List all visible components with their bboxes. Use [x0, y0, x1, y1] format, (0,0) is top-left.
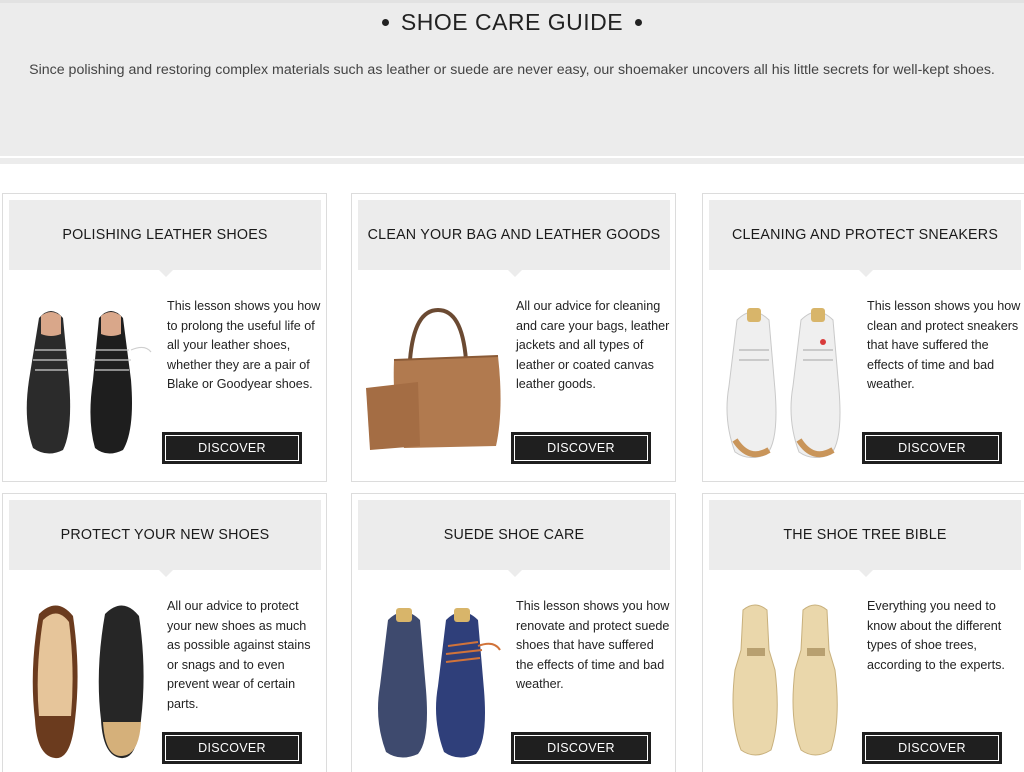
header-divider [0, 158, 1024, 164]
card-title[interactable]: SUEDE SHOE CARE [444, 527, 584, 543]
discover-button[interactable]: DISCOVER [511, 732, 651, 764]
white-sneakers-image[interactable] [709, 290, 859, 470]
card-header[interactable]: PROTECT YOUR NEW SHOES [9, 500, 321, 577]
card-title[interactable]: CLEANING AND PROTECT SNEAKERS [732, 227, 998, 243]
discover-button[interactable]: DISCOVER [511, 432, 651, 464]
card-shoe-tree-bible: THE SHOE TREE BIBLE Everything you need … [702, 493, 1024, 772]
tan-handbag-image[interactable] [358, 290, 508, 470]
card-suede-shoe-care: SUEDE SHOE CARE This lesson shows you ho… [351, 493, 676, 772]
page-title-row: SHOE CARE GUIDE [0, 9, 1024, 36]
card-description: This lesson shows you how clean and prot… [867, 299, 1021, 391]
discover-button[interactable]: DISCOVER [862, 732, 1002, 764]
discover-button[interactable]: DISCOVER [162, 732, 302, 764]
shoe-soles-image[interactable] [9, 590, 159, 770]
card-header[interactable]: THE SHOE TREE BIBLE [709, 500, 1021, 577]
discover-button[interactable]: DISCOVER [162, 432, 302, 464]
card-protect-new-shoes: PROTECT YOUR NEW SHOES All our advice to… [2, 493, 327, 772]
card-title[interactable]: POLISHING LEATHER SHOES [62, 227, 267, 243]
card-description: This lesson shows you how to prolong the… [167, 299, 321, 391]
page-subtitle: Since polishing and restoring complex ma… [29, 62, 995, 78]
card-description: Everything you need to know about the di… [867, 599, 1005, 672]
page-title: SHOE CARE GUIDE [400, 9, 624, 35]
card-cleaning-protect-sneakers: CLEANING AND PROTECT SNEAKERS This lesso… [702, 193, 1024, 482]
card-description: All our advice to protect your new shoes… [167, 599, 311, 711]
card-title[interactable]: PROTECT YOUR NEW SHOES [61, 527, 270, 543]
card-header[interactable]: CLEAN YOUR BAG AND LEATHER GOODS [358, 200, 670, 277]
card-description: All our advice for cleaning and care you… [516, 299, 670, 391]
card-title[interactable]: THE SHOE TREE BIBLE [783, 527, 946, 543]
wooden-shoe-trees-image[interactable] [709, 590, 859, 770]
black-oxford-shoes-image[interactable] [9, 290, 159, 470]
card-header[interactable]: SUEDE SHOE CARE [358, 500, 670, 577]
hero-banner: SHOE CARE GUIDE Since polishing and rest… [0, 0, 1024, 156]
card-description: This lesson shows you how renovate and p… [516, 599, 670, 691]
card-header[interactable]: POLISHING LEATHER SHOES [9, 200, 321, 277]
discover-button[interactable]: DISCOVER [862, 432, 1002, 464]
card-title[interactable]: CLEAN YOUR BAG AND LEATHER GOODS [368, 227, 661, 243]
bullet-dot-icon [635, 18, 643, 26]
card-header[interactable]: CLEANING AND PROTECT SNEAKERS [709, 200, 1021, 277]
card-polishing-leather-shoes: POLISHING LEATHER SHOES This lesson show… [2, 193, 327, 482]
blue-suede-shoes-image[interactable] [358, 590, 508, 770]
card-clean-bag-leather-goods: CLEAN YOUR BAG AND LEATHER GOODS All our… [351, 193, 676, 482]
bullet-dot-icon [381, 18, 389, 26]
